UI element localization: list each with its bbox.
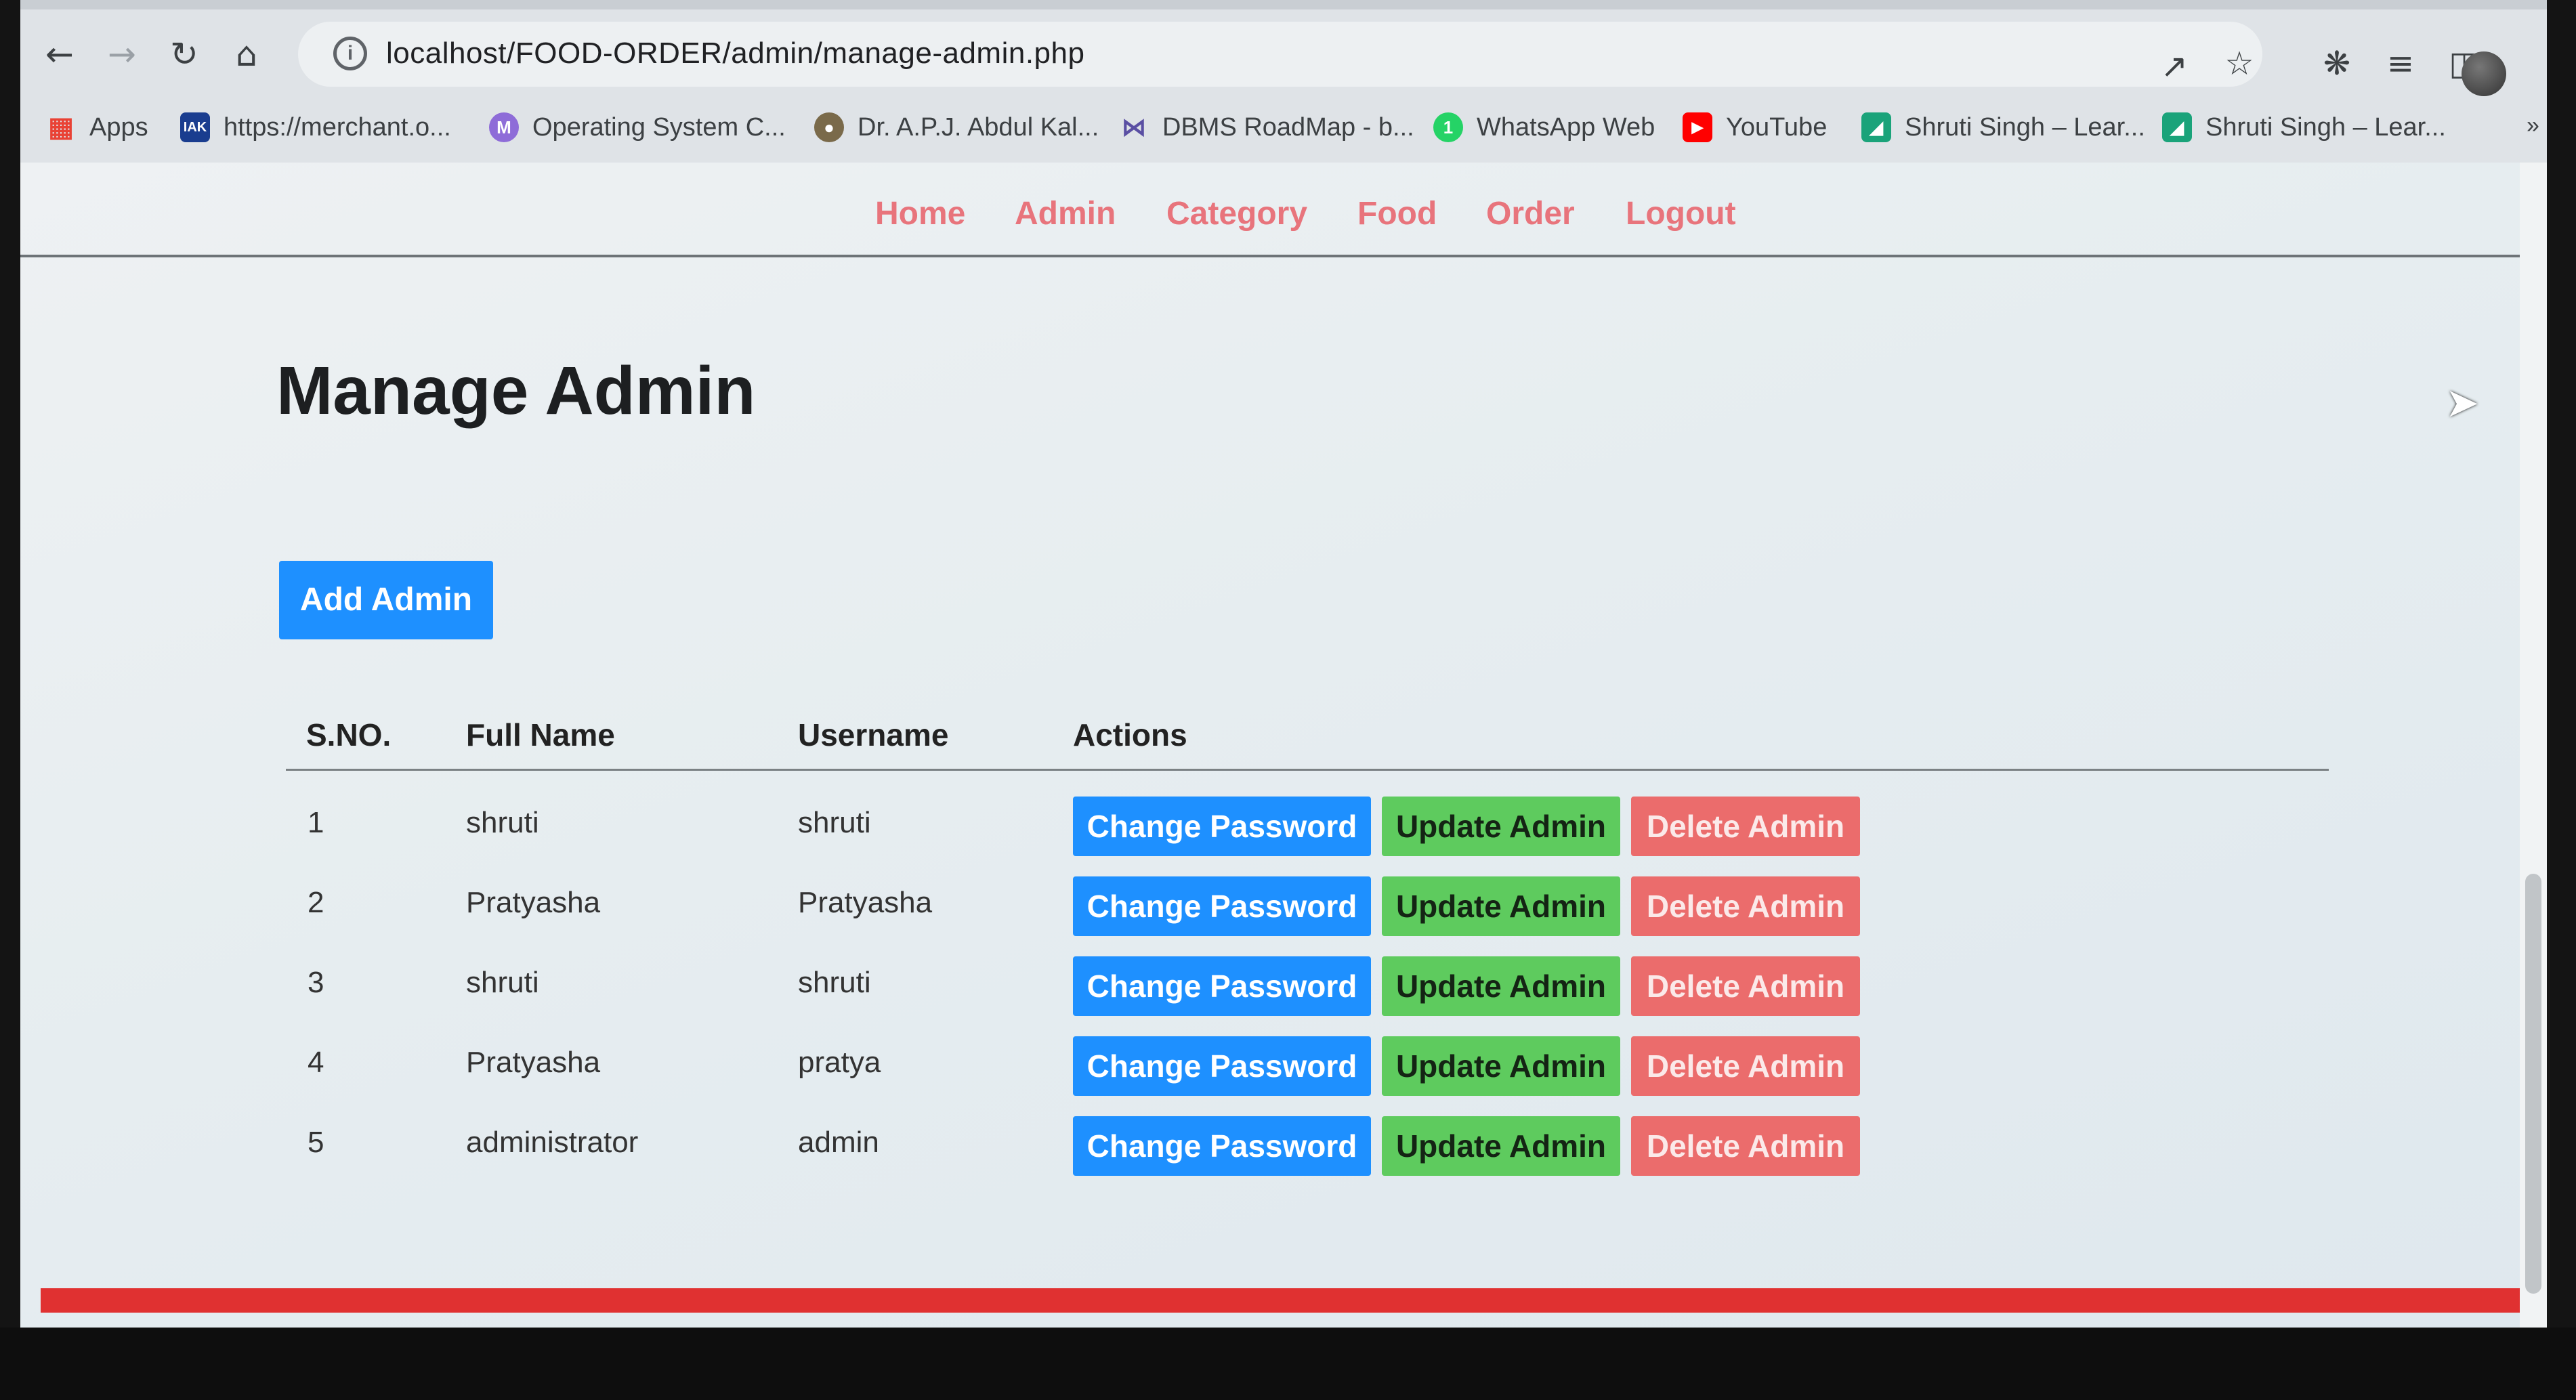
whatsapp-icon: 1 — [1433, 112, 1463, 142]
delete-admin-button[interactable]: Delete Admin — [1631, 1036, 1860, 1096]
cell-username: pratya — [798, 1046, 881, 1079]
reload-icon[interactable]: ↻ — [164, 34, 205, 75]
merchant-icon: IAK — [180, 112, 210, 142]
menu-order[interactable]: Order — [1486, 195, 1575, 232]
change-password-button[interactable]: Change Password — [1073, 956, 1371, 1016]
extensions-icon[interactable]: ❋ — [2317, 45, 2357, 83]
delete-admin-button[interactable]: Delete Admin — [1631, 956, 1860, 1016]
page-title: Manage Admin — [276, 353, 756, 429]
roadmap-icon: ⋈ — [1122, 113, 1146, 141]
update-admin-button[interactable]: Update Admin — [1382, 956, 1620, 1016]
menu-admin[interactable]: Admin — [1015, 195, 1116, 232]
address-bar[interactable]: i localhost/FOOD-ORDER/admin/manage-admi… — [298, 22, 2262, 87]
site-info-icon[interactable]: i — [333, 37, 367, 70]
menu-category[interactable]: Category — [1166, 195, 1307, 232]
cell-full-name: shruti — [466, 806, 539, 839]
cell-full-name: shruti — [466, 966, 539, 999]
url-text[interactable]: localhost/FOOD-ORDER/admin/manage-admin.… — [386, 37, 1084, 70]
profile-avatar[interactable] — [2462, 51, 2506, 96]
browser-toolbar: ← → ↻ ⌂ i localhost/FOOD-ORDER/admin/man… — [20, 14, 2547, 96]
mouse-cursor-icon: ➤ — [2445, 379, 2480, 427]
bookmark-label: DBMS RoadMap - b... — [1162, 112, 1414, 142]
change-password-button[interactable]: Change Password — [1073, 876, 1371, 936]
bookmark-youtube[interactable]: ▶ YouTube — [1683, 112, 1827, 142]
update-admin-button[interactable]: Update Admin — [1382, 797, 1620, 856]
cell-sno: 2 — [308, 886, 324, 919]
delete-admin-button[interactable]: Delete Admin — [1631, 797, 1860, 856]
menu-logout[interactable]: Logout — [1626, 195, 1736, 232]
bookmark-label: Shruti Singh – Lear... — [2205, 112, 2446, 142]
cell-sno: 4 — [308, 1046, 324, 1079]
bookmark-apps[interactable]: ▦ Apps — [46, 112, 148, 142]
bookmark-whatsapp[interactable]: 1 WhatsApp Web — [1433, 112, 1655, 142]
page-content: Home Admin Category Food Order Logout Ma… — [20, 163, 2547, 1328]
tab-strip[interactable] — [20, 0, 2547, 9]
m-letter-icon: M — [489, 112, 519, 142]
share-icon[interactable]: ↗ — [2154, 47, 2195, 85]
cell-full-name: administrator — [466, 1126, 639, 1159]
cell-sno: 1 — [308, 806, 324, 839]
header-divider — [286, 769, 2329, 771]
bookmark-dbms-roadmap[interactable]: ⋈ DBMS RoadMap - b... — [1119, 112, 1414, 142]
change-password-button[interactable]: Change Password — [1073, 1036, 1371, 1096]
cell-username: shruti — [798, 966, 871, 999]
bookmark-shruti-learn-1[interactable]: ◢ Shruti Singh – Lear... — [1861, 112, 2145, 142]
forward-icon[interactable]: → — [102, 34, 142, 75]
youtube-icon: ▶ — [1683, 112, 1712, 142]
column-header-full-name: Full Name — [466, 717, 615, 752]
column-header-username: Username — [798, 717, 949, 752]
learn-icon: ◢ — [2162, 112, 2192, 142]
bookmark-label: https://merchant.o... — [224, 112, 451, 142]
cell-username: admin — [798, 1126, 879, 1159]
column-header-sno: S.NO. — [306, 717, 392, 752]
bookmark-star-icon[interactable]: ☆ — [2219, 45, 2260, 83]
menu-home[interactable]: Home — [875, 195, 965, 232]
browser-chrome: ← → ↻ ⌂ i localhost/FOOD-ORDER/admin/man… — [20, 0, 2547, 163]
bookmark-merchant[interactable]: IAK https://merchant.o... — [180, 112, 451, 142]
media-queue-icon[interactable]: ≡ — [2380, 45, 2421, 83]
change-password-button[interactable]: Change Password — [1073, 1116, 1371, 1176]
cell-username: shruti — [798, 806, 871, 839]
bookmarks-bar: ▦ Apps IAK https://merchant.o... M Opera… — [20, 95, 2547, 159]
bookmark-label: Shruti Singh – Lear... — [1905, 112, 2145, 142]
bookmark-label: WhatsApp Web — [1477, 112, 1655, 142]
update-admin-button[interactable]: Update Admin — [1382, 1116, 1620, 1176]
menu-food[interactable]: Food — [1357, 195, 1437, 232]
footer-bar — [41, 1288, 2547, 1313]
column-header-actions: Actions — [1073, 717, 1187, 752]
home-icon[interactable]: ⌂ — [226, 34, 267, 75]
delete-admin-button[interactable]: Delete Admin — [1631, 876, 1860, 936]
add-admin-button[interactable]: Add Admin — [279, 561, 493, 639]
cell-full-name: Pratyasha — [466, 886, 601, 919]
learn-icon: ◢ — [1861, 112, 1891, 142]
main-menu: Home Admin Category Food Order Logout — [20, 163, 2547, 257]
bookmark-label: YouTube — [1726, 112, 1828, 142]
back-icon[interactable]: ← — [39, 34, 80, 75]
bookmark-label: Apps — [89, 112, 148, 142]
bookmark-label: Dr. A.P.J. Abdul Kal... — [858, 112, 1099, 142]
update-admin-button[interactable]: Update Admin — [1382, 876, 1620, 936]
delete-admin-button[interactable]: Delete Admin — [1631, 1116, 1860, 1176]
page-scrollbar[interactable] — [2520, 163, 2547, 1328]
bookmark-label: Operating System C... — [532, 112, 786, 142]
bookmark-operating-system[interactable]: M Operating System C... — [489, 112, 786, 142]
cell-username: Pratyasha — [798, 886, 933, 919]
browser-window: ← → ↻ ⌂ i localhost/FOOD-ORDER/admin/man… — [20, 0, 2547, 1328]
bookmark-apj-abdul-kalam[interactable]: ● Dr. A.P.J. Abdul Kal... — [814, 112, 1099, 142]
globe-icon: ● — [814, 112, 844, 142]
apps-grid-icon: ▦ — [48, 112, 74, 142]
scrollbar-thumb[interactable] — [2525, 874, 2541, 1294]
change-password-button[interactable]: Change Password — [1073, 797, 1371, 856]
cell-sno: 3 — [308, 966, 324, 999]
bookmark-shruti-learn-2[interactable]: ◢ Shruti Singh – Lear... — [2162, 112, 2446, 142]
screen-bezel — [0, 1328, 2576, 1400]
cell-sno: 5 — [308, 1126, 324, 1159]
bookmarks-overflow-icon[interactable]: » — [2527, 112, 2539, 139]
cell-full-name: Pratyasha — [466, 1046, 601, 1079]
update-admin-button[interactable]: Update Admin — [1382, 1036, 1620, 1096]
